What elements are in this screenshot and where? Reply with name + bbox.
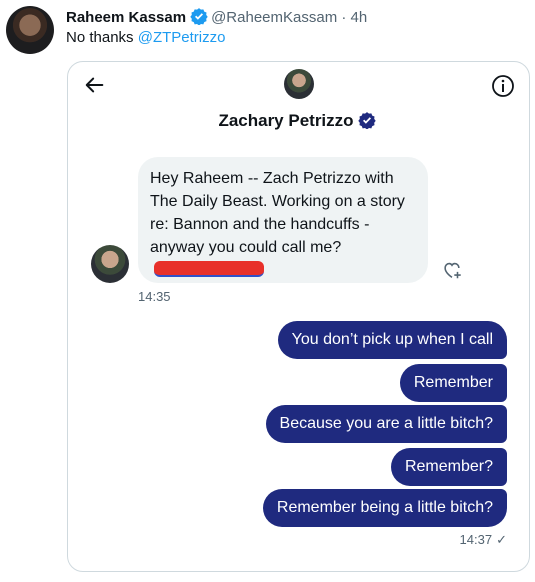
- outgoing-message: Because you are a little bitch?: [265, 405, 507, 443]
- incoming-message: Hey Raheem -- Zach Petrizzo with The Dai…: [138, 157, 428, 283]
- mention-link[interactable]: @ZTPetrizzo: [138, 29, 226, 46]
- author-handle[interactable]: @RaheemKassam: [211, 9, 337, 26]
- outgoing-timestamp: 14:37 ✓: [460, 532, 507, 548]
- author-avatar[interactable]: [6, 6, 54, 54]
- outgoing-message: You don’t pick up when I call: [277, 321, 507, 359]
- verified-badge-icon: [357, 112, 376, 129]
- outgoing-message: Remember?: [390, 448, 507, 486]
- tweet-header: Raheem Kassam @RaheemKassam · 4h: [66, 7, 367, 26]
- outgoing-message: Remember: [399, 364, 507, 402]
- outgoing-time-text: 14:37: [459, 532, 493, 547]
- tweet-time[interactable]: 4h: [351, 9, 368, 26]
- verified-badge-icon: [190, 8, 208, 25]
- meta-separator: ·: [341, 9, 347, 26]
- tweet-text-prefix: No thanks: [66, 29, 138, 46]
- dm-screenshot-card[interactable]: Zachary Petrizzo Hey Raheem -- Zach Petr…: [67, 61, 530, 572]
- redaction-mark: [154, 261, 264, 277]
- incoming-timestamp: 14:35: [138, 289, 171, 304]
- contact-avatar[interactable]: [284, 69, 314, 99]
- incoming-message-text: Hey Raheem -- Zach Petrizzo with The Dai…: [150, 170, 405, 256]
- contact-name-text: Zachary Petrizzo: [218, 111, 354, 130]
- outgoing-message: Remember being a little bitch?: [262, 489, 507, 527]
- checkmark-icon: ✓: [496, 532, 507, 547]
- contact-name: Zachary Petrizzo: [68, 111, 529, 131]
- heart-add-icon[interactable]: [440, 259, 464, 281]
- tweet-text: No thanks @ZTPetrizzo: [66, 29, 225, 46]
- incoming-avatar[interactable]: [91, 245, 129, 283]
- info-icon[interactable]: [491, 74, 515, 98]
- back-arrow-icon[interactable]: [84, 74, 106, 96]
- author-name[interactable]: Raheem Kassam: [66, 9, 186, 26]
